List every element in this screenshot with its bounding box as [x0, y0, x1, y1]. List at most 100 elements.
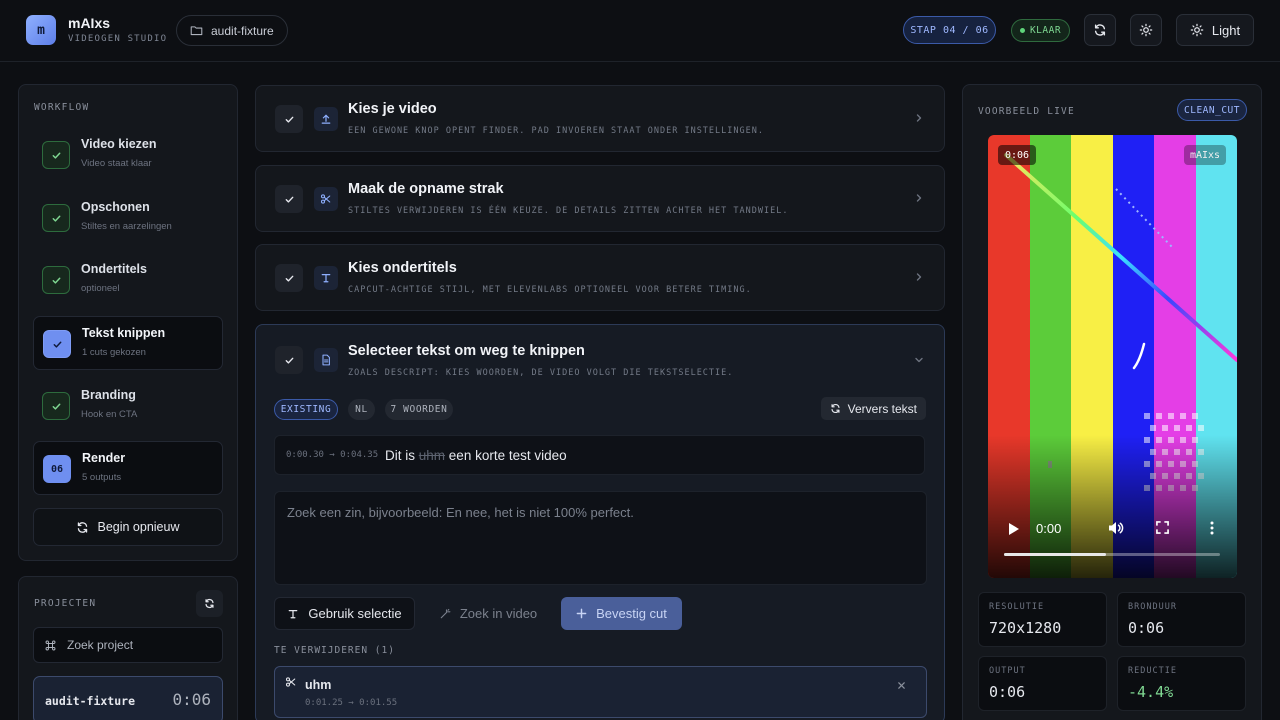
- workflow-item-opschonen[interactable]: Opschonen Stiltes en aarzelingen: [33, 191, 223, 245]
- find-in-video-label: Zoek in video: [459, 606, 538, 621]
- workflow-item-subtitle: Stiltes en aarzelingen: [81, 221, 172, 232]
- step-card-ondertitels[interactable]: Kies ondertitels CAPCUT-ACHTIGE STIJL, M…: [255, 244, 945, 311]
- workflow-item-tekst-knippen[interactable]: Tekst knippen 1 cuts gekozen: [33, 316, 223, 370]
- removal-item[interactable]: uhm 0:01.25 → 0:01.55: [274, 666, 927, 718]
- stat-value: 0:06: [1128, 619, 1165, 637]
- workflow-item-video-kiezen[interactable]: Video kiezen Video staat klaar: [33, 128, 223, 182]
- workflow-item-title: Video kiezen: [81, 137, 157, 151]
- workflow-item-ondertitels[interactable]: Ondertitels optioneel: [33, 253, 223, 307]
- text-cursor-icon: [287, 608, 299, 620]
- workflow-item-subtitle: 5 outputs: [82, 472, 122, 483]
- theme-toggle-button[interactable]: Light: [1176, 14, 1254, 46]
- app-logo: m: [26, 15, 56, 45]
- restart-button[interactable]: Begin opnieuw: [33, 508, 223, 546]
- check-icon: [42, 266, 70, 294]
- removal-time: 0:01.25 → 0:01.55: [305, 698, 398, 708]
- projects-label: PROJECTEN: [34, 598, 97, 609]
- refresh-text-button[interactable]: Ververs tekst: [820, 397, 926, 420]
- refresh-text-label: Ververs tekst: [847, 401, 917, 416]
- stat-label: OUTPUT: [989, 666, 1026, 676]
- workflow-item-title: Tekst knippen: [82, 326, 166, 340]
- project-search-placeholder: Zoek project: [67, 638, 134, 652]
- stat-source-duration: BRONDUUR 0:06: [1117, 592, 1246, 647]
- step-card-subtitle: CAPCUT-ACHTIGE STIJL, MET ELEVENLABS OPT…: [348, 285, 752, 295]
- project-search-input[interactable]: Zoek project: [33, 627, 223, 663]
- segment-timestamp: 0:00.30 → 0:04.35: [286, 450, 379, 460]
- transcript-segment[interactable]: 0:00.30 → 0:04.35 Dit is uhm een korte t…: [274, 435, 925, 475]
- folder-icon: [190, 24, 203, 37]
- find-in-video-button[interactable]: Zoek in video: [428, 597, 548, 630]
- use-selection-label: Gebruik selectie: [308, 606, 402, 621]
- project-list-item[interactable]: audit-fixture 0:06: [33, 676, 223, 720]
- workflow-label: WORKFLOW: [34, 102, 90, 113]
- workflow-item-subtitle: Hook en CTA: [81, 409, 138, 420]
- workflow-panel: WORKFLOW Video kiezen Video staat klaar …: [18, 84, 238, 561]
- removals-label: TE VERWIJDEREN (1): [274, 645, 395, 656]
- project-duration: 0:06: [172, 690, 211, 709]
- removal-word: uhm: [305, 678, 332, 692]
- play-icon[interactable]: [1008, 522, 1020, 536]
- video-overlay-logo: mAIxs: [1184, 145, 1226, 165]
- use-selection-button[interactable]: Gebruik selectie: [274, 597, 415, 630]
- video-progress-bar[interactable]: [1004, 553, 1220, 556]
- projects-panel: PROJECTEN Zoek project audit-fixture 0:0…: [18, 576, 238, 720]
- workflow-item-branding[interactable]: Branding Hook en CTA: [33, 379, 223, 433]
- stat-label: BRONDUUR: [1128, 602, 1177, 612]
- chevron-down-icon[interactable]: [914, 355, 924, 365]
- close-icon[interactable]: [897, 681, 906, 690]
- fullscreen-icon[interactable]: [1156, 521, 1169, 534]
- confirm-cut-button[interactable]: Bevestig cut: [561, 597, 682, 630]
- phrase-search-input[interactable]: [274, 491, 927, 585]
- workflow-item-subtitle: optioneel: [81, 283, 120, 294]
- step-card-opname-strak[interactable]: Maak de opname strak STILTES VERWIJDEREN…: [255, 165, 945, 232]
- refresh-icon: [1093, 23, 1107, 37]
- video-progress-fill: [1004, 553, 1106, 556]
- workflow-item-subtitle: 1 cuts gekozen: [82, 347, 146, 358]
- step-card-subtitle: ZOALS DESCRIPT: KIES WOORDEN, DE VIDEO V…: [348, 368, 734, 378]
- scissors-icon: [285, 676, 297, 688]
- segment-word[interactable]: een korte test video: [449, 448, 567, 463]
- stat-resolution: RESOLUTIE 720x1280: [978, 592, 1107, 647]
- step-card-subtitle: EEN GEWONE KNOP OPENT FINDER. PAD INVOER…: [348, 126, 764, 136]
- workflow-item-title: Opschonen: [81, 200, 150, 214]
- step-card-tekst-knippen: Selecteer tekst om weg te knippen ZOALS …: [255, 324, 945, 720]
- projects-refresh-button[interactable]: [196, 590, 223, 617]
- wand-icon: [439, 608, 451, 620]
- confirm-cut-label: Bevestig cut: [596, 606, 667, 621]
- step-card-title: Kies je video: [348, 101, 437, 117]
- refresh-button[interactable]: [1084, 14, 1116, 46]
- stat-value: 0:06: [989, 683, 1026, 701]
- stat-label: REDUCTIE: [1128, 666, 1177, 676]
- workflow-item-render[interactable]: 06 Render 5 outputs: [33, 441, 223, 495]
- project-pill[interactable]: audit-fixture: [176, 15, 288, 46]
- chevron-right-icon: [914, 272, 924, 282]
- video-player[interactable]: 0:06 mAIxs 0:00: [988, 135, 1237, 578]
- segment-word[interactable]: Dit is: [385, 448, 415, 463]
- workflow-item-title: Render: [82, 451, 126, 465]
- status-dot-icon: [1019, 28, 1025, 33]
- step-card-title: Selecteer tekst om weg te knippen: [348, 343, 585, 359]
- sun-icon: [1139, 23, 1153, 37]
- refresh-icon: [76, 521, 89, 534]
- brightness-button[interactable]: [1130, 14, 1162, 46]
- check-icon: [275, 105, 303, 133]
- brand: mAIxs VIDEOGEN STUDIO: [68, 15, 167, 44]
- step-card-kies-video[interactable]: Kies je video EEN GEWONE KNOP OPENT FIND…: [255, 85, 945, 152]
- brand-name: mAIxs: [68, 15, 111, 31]
- document-icon: [314, 348, 338, 372]
- refresh-icon: [830, 403, 841, 414]
- refresh-icon: [204, 598, 215, 609]
- stat-output: OUTPUT 0:06: [978, 656, 1107, 711]
- segment-text[interactable]: Dit is uhm een korte test video: [385, 448, 567, 463]
- step-card-title: Maak de opname strak: [348, 181, 504, 197]
- volume-icon[interactable]: [1108, 521, 1124, 535]
- stat-value: 720x1280: [989, 619, 1062, 637]
- step-number-badge: 06: [43, 455, 71, 483]
- segment-word-struck[interactable]: uhm: [419, 448, 445, 463]
- workflow-item-subtitle: Video staat klaar: [81, 158, 152, 169]
- chevron-right-icon: [914, 113, 924, 123]
- video-controls-gradient: [988, 435, 1237, 578]
- check-icon: [275, 346, 303, 374]
- step-card-title: Kies ondertitels: [348, 260, 457, 276]
- more-options-icon[interactable]: [1210, 521, 1214, 535]
